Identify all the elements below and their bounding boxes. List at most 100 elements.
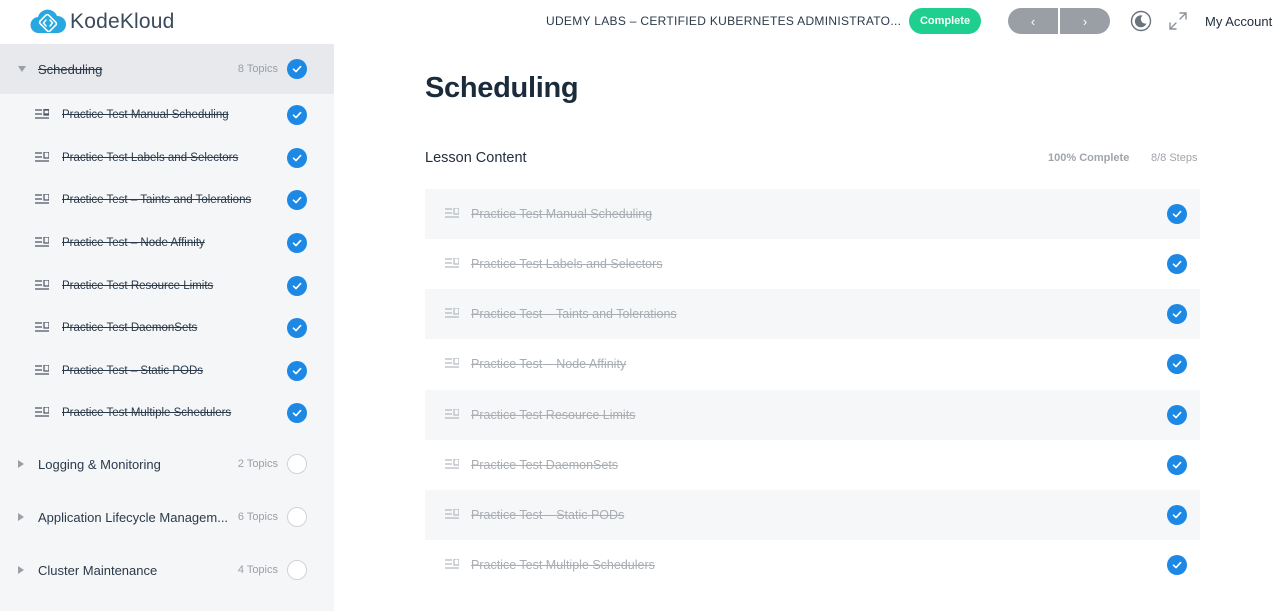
topic-list-icon bbox=[35, 280, 49, 290]
topic-list-icon bbox=[445, 258, 459, 268]
topic-list-icon bbox=[445, 208, 459, 218]
lesson-item-title: Practice Test – Node Affinity bbox=[471, 357, 627, 371]
sidebar-topic[interactable]: Practice Test – Taints and Tolerations bbox=[0, 179, 334, 221]
topic-count: 8 Topics bbox=[237, 63, 278, 75]
topic-title: Practice Test Multiple Schedulers bbox=[62, 407, 232, 419]
incomplete-circle-icon bbox=[287, 560, 307, 580]
completed-check-icon bbox=[287, 190, 307, 210]
lesson-item[interactable]: Practice Test Resource Limits bbox=[425, 390, 1200, 440]
completed-check-icon bbox=[1167, 505, 1187, 525]
completed-check-icon bbox=[287, 361, 307, 381]
complete-button[interactable]: Complete bbox=[909, 8, 981, 34]
lesson-item[interactable]: Practice Test Multiple Schedulers bbox=[425, 540, 1200, 590]
completed-check-icon bbox=[287, 276, 307, 296]
lesson-item[interactable]: Practice Test Labels and Selectors bbox=[425, 239, 1200, 289]
topic-count: 2 Topics bbox=[237, 458, 278, 470]
lesson-item[interactable]: Practice Test DaemonSets bbox=[425, 440, 1200, 490]
steps-count: 8/8 Steps bbox=[1151, 152, 1198, 164]
topic-list-icon bbox=[35, 365, 49, 375]
topic-title: Practice Test Labels and Selectors bbox=[62, 152, 239, 164]
section-title: Cluster Maintenance bbox=[38, 562, 158, 578]
completed-check-icon bbox=[287, 148, 307, 168]
section-logging-monitoring[interactable]: Logging & Monitoring 2 Topics bbox=[0, 439, 334, 489]
lesson-item[interactable]: Practice Test – Taints and Tolerations bbox=[425, 289, 1200, 339]
progress-status: 100% Complete bbox=[1048, 152, 1130, 164]
lesson-content-heading: Lesson Content bbox=[425, 150, 527, 166]
section-cluster-maintenance[interactable]: Cluster Maintenance 4 Topics bbox=[0, 545, 334, 595]
sidebar-topic[interactable]: Practice Test Multiple Schedulers bbox=[0, 392, 334, 434]
topic-list-icon bbox=[35, 109, 49, 119]
topic-list-icon bbox=[35, 152, 49, 162]
course-title[interactable]: UDEMY LABS – CERTIFIED KUBERNETES ADMINI… bbox=[546, 14, 901, 28]
completed-check-icon bbox=[287, 403, 307, 423]
lesson-item[interactable]: Practice Test Manual Scheduling bbox=[425, 189, 1200, 239]
expand-arrow-icon[interactable] bbox=[18, 460, 24, 468]
lesson-navigation: ‹ › bbox=[1008, 8, 1110, 34]
incomplete-circle-icon bbox=[287, 454, 307, 474]
collapse-arrow-icon[interactable] bbox=[18, 66, 26, 72]
logo[interactable]: KodeKloud bbox=[30, 9, 175, 35]
section-title: Application Lifecycle Managem... bbox=[38, 509, 229, 525]
topic-list-icon bbox=[35, 194, 49, 204]
completed-check-icon bbox=[287, 318, 307, 338]
lesson-item-title: Practice Test DaemonSets bbox=[471, 458, 619, 472]
topic-count: 6 Topics bbox=[237, 511, 278, 523]
completed-check-icon bbox=[1167, 405, 1187, 425]
completed-check-icon bbox=[1167, 555, 1187, 575]
topic-title: Practice Test Manual Scheduling bbox=[62, 109, 229, 121]
lesson-item-title: Practice Test Manual Scheduling bbox=[471, 207, 653, 221]
expand-arrow-icon[interactable] bbox=[18, 566, 24, 574]
completed-check-icon bbox=[1167, 254, 1187, 274]
lesson-item-title: Practice Test Multiple Schedulers bbox=[471, 558, 655, 572]
lesson-item[interactable]: Practice Test – Node Affinity bbox=[425, 339, 1200, 389]
lesson-item-title: Practice Test – Static PODs bbox=[471, 508, 625, 522]
section-title: Logging & Monitoring bbox=[38, 456, 161, 472]
expand-arrow-icon[interactable] bbox=[18, 513, 24, 521]
incomplete-circle-icon bbox=[287, 507, 307, 527]
section-application-lifecycle[interactable]: Application Lifecycle Managem... 6 Topic… bbox=[0, 492, 334, 542]
topic-title: Practice Test – Node Affinity bbox=[62, 237, 205, 249]
topic-list-icon bbox=[35, 237, 49, 247]
topic-title: Practice Test – Taints and Tolerations bbox=[62, 194, 252, 206]
sidebar-topic[interactable]: Practice Test DaemonSets bbox=[0, 307, 334, 349]
previous-lesson-button[interactable]: ‹ bbox=[1008, 8, 1058, 34]
topic-title: Practice Test – Static PODs bbox=[62, 365, 204, 377]
topic-list-icon bbox=[35, 407, 49, 417]
sidebar-topic[interactable]: Practice Test Manual Scheduling bbox=[0, 94, 334, 136]
topic-list-icon bbox=[445, 459, 459, 469]
completed-check-icon bbox=[287, 59, 307, 79]
topic-count: 4 Topics bbox=[237, 564, 278, 576]
my-account-link[interactable]: My Account bbox=[1205, 14, 1272, 29]
topic-list-icon bbox=[445, 308, 459, 318]
page-title: Scheduling bbox=[425, 72, 579, 104]
lesson-item-title: Practice Test Labels and Selectors bbox=[471, 257, 663, 271]
completed-check-icon bbox=[1167, 204, 1187, 224]
topic-list-icon bbox=[445, 409, 459, 419]
sidebar-topic[interactable]: Practice Test – Node Affinity bbox=[0, 222, 334, 264]
kodekloud-logo-icon bbox=[30, 9, 66, 34]
sidebar-topic[interactable]: Practice Test Resource Limits bbox=[0, 265, 334, 307]
section-scheduling[interactable]: Scheduling 8 Topics bbox=[0, 44, 334, 94]
topic-list-icon bbox=[445, 358, 459, 368]
fullscreen-icon[interactable] bbox=[1168, 11, 1188, 31]
completed-check-icon bbox=[1167, 455, 1187, 475]
completed-check-icon bbox=[1167, 304, 1187, 324]
topic-title: Practice Test DaemonSets bbox=[62, 322, 198, 334]
topic-list-icon bbox=[35, 322, 49, 332]
completed-check-icon bbox=[287, 105, 307, 125]
topic-list-icon bbox=[445, 509, 459, 519]
lesson-item-title: Practice Test – Taints and Tolerations bbox=[471, 307, 677, 321]
topic-list-icon bbox=[445, 559, 459, 569]
sidebar-topic[interactable]: Practice Test Labels and Selectors bbox=[0, 137, 334, 179]
top-bar: KodeKloud UDEMY LABS – CERTIFIED KUBERNE… bbox=[0, 0, 1280, 44]
completed-check-icon bbox=[1167, 354, 1187, 374]
next-lesson-button[interactable]: › bbox=[1060, 8, 1110, 34]
topic-title: Practice Test Resource Limits bbox=[62, 280, 214, 292]
section-title: Scheduling bbox=[38, 61, 103, 77]
course-sidebar: Scheduling 8 Topics Practice Test Manual… bbox=[0, 44, 334, 611]
completed-check-icon bbox=[287, 233, 307, 253]
lesson-item[interactable]: Practice Test – Static PODs bbox=[425, 490, 1200, 540]
logo-text: KodeKloud bbox=[70, 10, 175, 33]
sidebar-topic[interactable]: Practice Test – Static PODs bbox=[0, 350, 334, 392]
dark-mode-icon[interactable] bbox=[1130, 10, 1152, 32]
